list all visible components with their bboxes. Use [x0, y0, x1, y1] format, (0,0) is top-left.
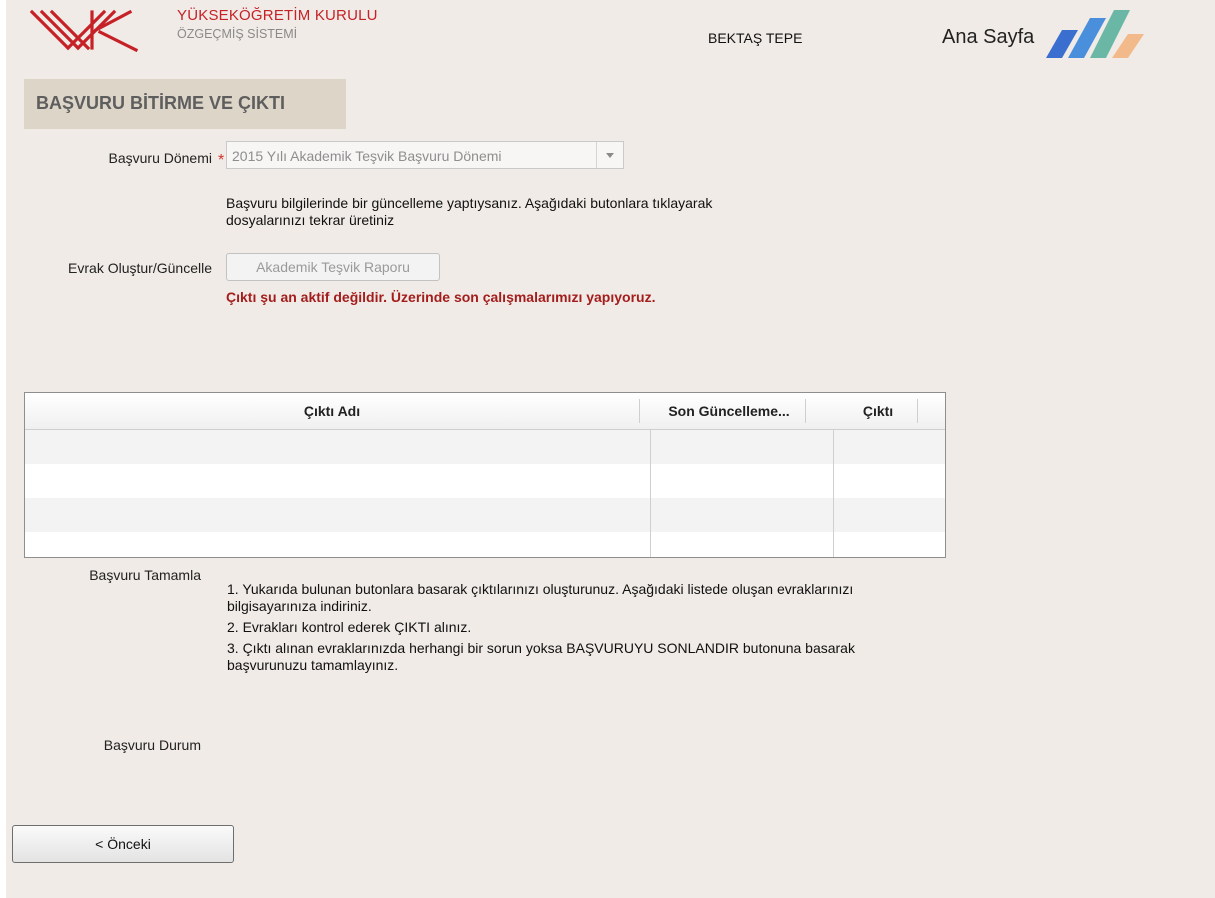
warning-message: Çıktı şu an aktif değildir. Üzerinde son… — [226, 289, 656, 305]
completion-label: Başvuru Tamamla — [89, 567, 201, 583]
column-divider[interactable] — [917, 399, 918, 423]
required-mark: * — [218, 152, 225, 169]
page: YÜKSEKÖĞRETİM KURULU ÖZGEÇMİŞ SİSTEMİ BE… — [6, 0, 1215, 898]
table-row[interactable] — [25, 464, 945, 498]
section-title: BAŞVURU BİTİRME VE ÇIKTI — [36, 93, 286, 113]
section-title-box: BAŞVURU BİTİRME VE ÇIKTI — [24, 79, 346, 129]
user-name[interactable]: BEKTAŞ TEPE — [708, 30, 802, 46]
column-header-output-name[interactable]: Çıktı Adı — [25, 403, 639, 419]
org-subtitle: ÖZGEÇMİŞ SİSTEMİ — [177, 27, 298, 41]
yok-logo-icon — [30, 9, 139, 52]
column-header-last-updated[interactable]: Son Güncelleme... — [653, 403, 805, 419]
status-label: Başvuru Durum — [103, 737, 201, 753]
table-row[interactable] — [25, 498, 945, 532]
grid-header: Çıktı Adı Son Güncelleme... Çıktı — [25, 393, 945, 430]
chevron-down-icon[interactable] — [596, 142, 623, 168]
period-label: Başvuru Dönemi — [108, 150, 213, 166]
period-select-value: 2015 Yılı Akademik Teşvik Başvuru Dönemi — [232, 148, 502, 164]
table-row[interactable] — [25, 430, 945, 464]
report-button[interactable]: Akademik Teşvik Raporu — [226, 253, 440, 281]
step-1: 1. Yukarıda bulunan butonlara basarak çı… — [227, 581, 854, 614]
period-select[interactable]: 2015 Yılı Akademik Teşvik Başvuru Dönemi — [226, 141, 624, 169]
column-line — [650, 429, 651, 557]
step-3: 3. Çıktı alınan evraklarınızda herhangi … — [227, 640, 855, 673]
document-label: Evrak Oluştur/Güncelle — [68, 260, 212, 276]
org-title: YÜKSEKÖĞRETİM KURULU — [177, 7, 378, 24]
info-text: Başvuru bilgilerinde bir güncelleme yapt… — [226, 195, 713, 228]
step-2: 2. Evrakları kontrol ederek ÇIKTI alınız… — [227, 619, 472, 635]
output-grid: Çıktı Adı Son Güncelleme... Çıktı — [24, 392, 946, 558]
column-divider[interactable] — [639, 399, 640, 423]
completion-steps: 1. Yukarıda bulunan butonlara basarak çı… — [227, 581, 927, 678]
table-row[interactable] — [25, 532, 945, 557]
column-divider[interactable] — [805, 399, 806, 423]
home-logo-icon[interactable] — [1040, 8, 1152, 60]
home-link[interactable]: Ana Sayfa — [942, 26, 1034, 49]
column-line — [833, 429, 834, 557]
previous-button[interactable]: < Önceki — [12, 825, 234, 863]
column-header-output[interactable]: Çıktı — [833, 403, 923, 419]
